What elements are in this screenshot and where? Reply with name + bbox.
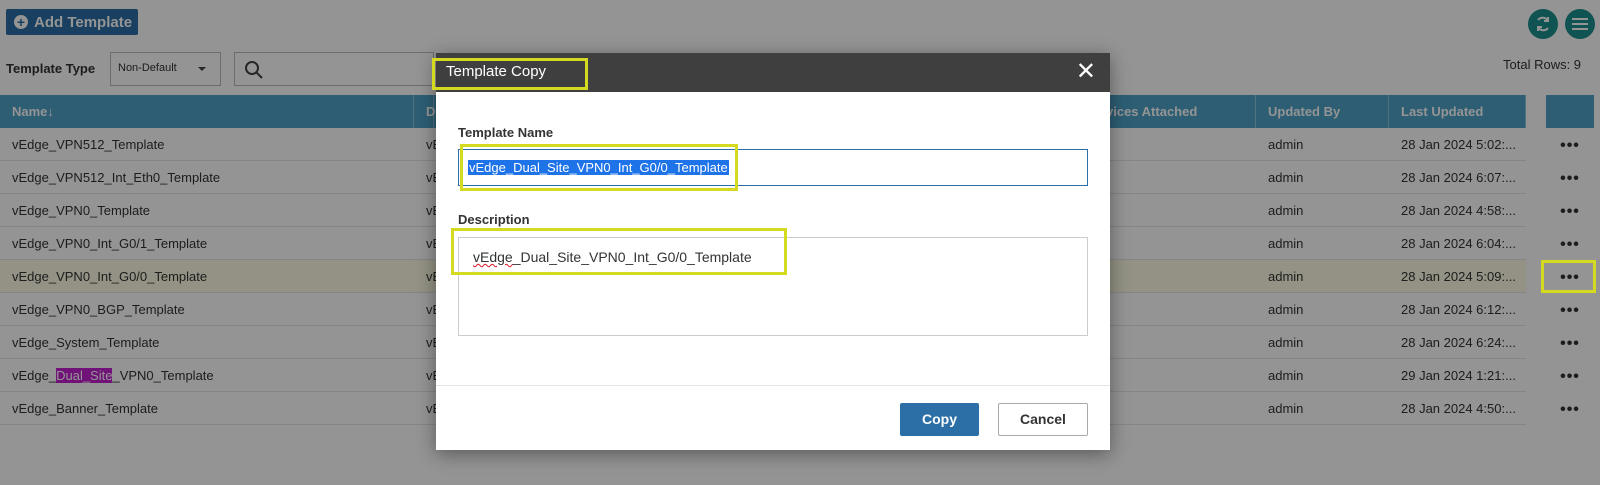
description-field[interactable]: vEdge_Dual_Site_VPN0_Int_G0/0_Template [458,237,1088,336]
template-name-field[interactable]: vEdge_Dual_Site_VPN0_Int_G0/0_Template [458,149,1088,186]
dialog-footer-divider [436,385,1110,386]
dialog-header: Template Copy ✕ [436,53,1110,92]
close-icon[interactable]: ✕ [1076,60,1096,84]
template-name-value: vEdge_Dual_Site_VPN0_Int_G0/0_Template [468,160,729,175]
description-value-rest: _Dual_Site_VPN0_Int_G0/0_Template [512,249,752,265]
description-label: Description [458,212,530,227]
template-copy-dialog: Template Copy ✕ Template Name vEdge_Dual… [436,53,1110,450]
dialog-title: Template Copy [446,63,547,80]
template-name-label: Template Name [458,125,554,140]
cancel-button[interactable]: Cancel [998,403,1088,436]
copy-button[interactable]: Copy [900,403,979,436]
description-value-prefix: vEdge [473,249,513,265]
